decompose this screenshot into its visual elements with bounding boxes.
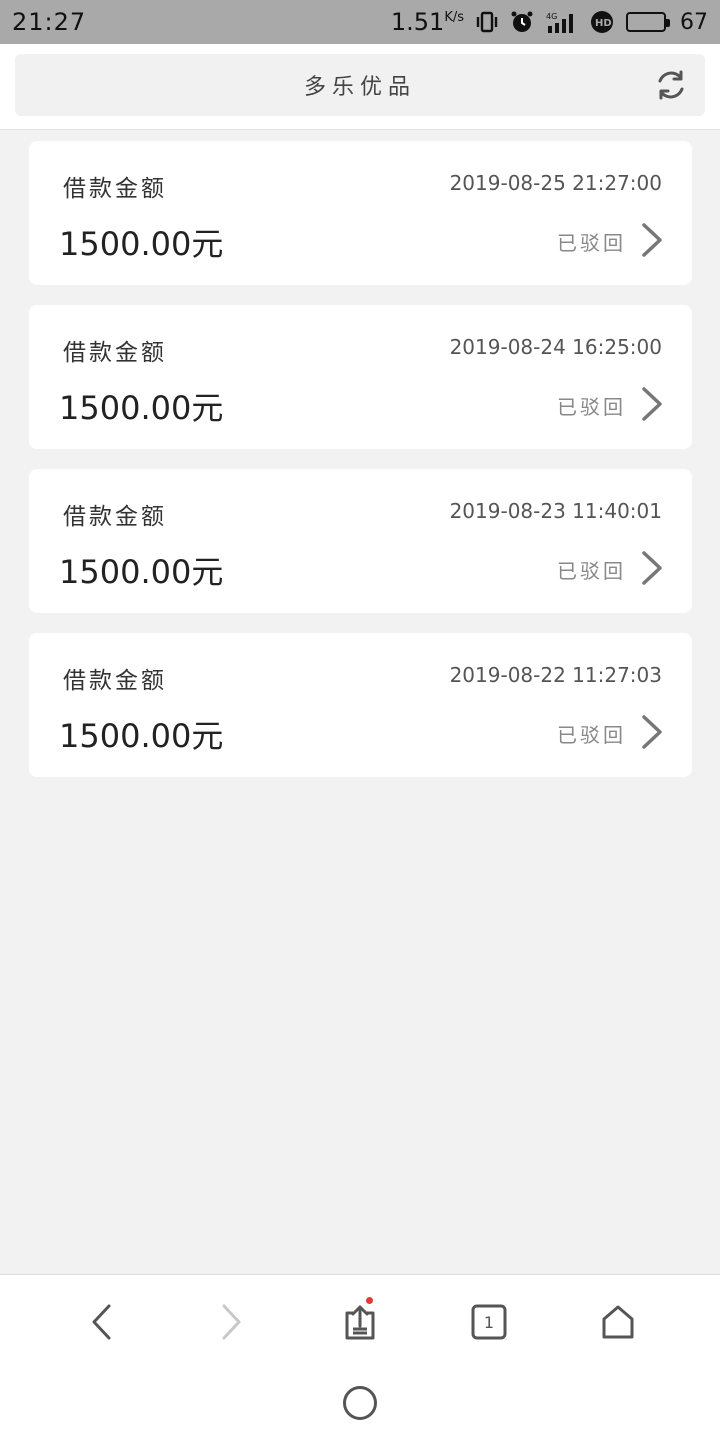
browser-bottom-nav: 1 (0, 1274, 720, 1440)
loan-amount-label: 借款金额 (63, 668, 167, 694)
record-timestamp: 2019-08-24 16:25:00 (449, 335, 662, 359)
page-title: 多乐优品 (303, 75, 416, 100)
notification-dot (366, 1297, 373, 1304)
svg-text:4G: 4G (546, 12, 557, 21)
loan-amount-value: 1500.00元 (59, 553, 224, 591)
tabs-button[interactable]: 1 (464, 1297, 514, 1347)
battery-level: 67 (680, 9, 708, 35)
back-icon (92, 1304, 111, 1340)
vibrate-icon (476, 11, 498, 33)
refresh-icon (658, 70, 684, 100)
loan-amount-label: 借款金额 (63, 504, 167, 530)
loan-amount-value: 1500.00元 (59, 225, 224, 263)
loan-amount-value: 1500.00元 (59, 389, 224, 427)
app-header: 多乐优品 (0, 44, 720, 130)
share-button[interactable] (335, 1297, 385, 1347)
record-timestamp: 2019-08-25 21:27:00 (449, 171, 662, 195)
status-badge: 已驳回 (557, 723, 626, 747)
record-timestamp: 2019-08-22 11:27:03 (449, 663, 662, 687)
loan-amount-value: 1500.00元 (59, 717, 224, 755)
loan-amount-label: 借款金额 (63, 340, 167, 366)
system-home-button[interactable] (343, 1386, 377, 1420)
header-bar: 多乐优品 (15, 54, 705, 116)
battery-icon (626, 12, 670, 32)
loan-record-card[interactable]: 借款金额 2019-08-24 16:25:00 1500.00元 已驳回 (29, 305, 692, 449)
loan-record-card[interactable]: 借款金额 2019-08-22 11:27:03 1500.00元 已驳回 (29, 633, 692, 777)
chevron-right-icon (642, 715, 662, 749)
chevron-right-icon (642, 387, 662, 421)
share-icon (345, 1305, 375, 1340)
status-time: 21:27 (12, 8, 87, 36)
status-badge: 已驳回 (557, 231, 626, 255)
status-bar: 21:27 1.51K/s 4G HD 67 (0, 0, 720, 44)
home-button[interactable] (593, 1297, 643, 1347)
record-timestamp: 2019-08-23 11:40:01 (449, 499, 662, 523)
back-button[interactable] (77, 1297, 127, 1347)
home-icon (602, 1305, 634, 1339)
chevron-right-icon (642, 223, 662, 257)
loan-amount-label: 借款金额 (63, 176, 167, 202)
loan-record-list: 借款金额 2019-08-25 21:27:00 1500.00元 已驳回 借款… (29, 141, 692, 797)
alarm-icon (510, 10, 534, 34)
network-speed: 1.51K/s (390, 8, 464, 36)
status-icons: 1.51K/s 4G HD 67 (391, 8, 708, 36)
hd-icon: HD (590, 10, 614, 34)
signal-4g-icon: 4G (546, 11, 578, 33)
status-badge: 已驳回 (557, 395, 626, 419)
chevron-right-icon (642, 551, 662, 585)
forward-button[interactable] (206, 1297, 256, 1347)
status-badge: 已驳回 (557, 559, 626, 583)
loan-record-card[interactable]: 借款金额 2019-08-25 21:27:00 1500.00元 已驳回 (29, 141, 692, 285)
tab-count: 1 (483, 1312, 495, 1332)
refresh-button[interactable] (653, 67, 689, 103)
loan-record-card[interactable]: 借款金额 2019-08-23 11:40:01 1500.00元 已驳回 (29, 469, 692, 613)
forward-icon (222, 1304, 241, 1340)
svg-text:HD: HD (595, 18, 612, 29)
